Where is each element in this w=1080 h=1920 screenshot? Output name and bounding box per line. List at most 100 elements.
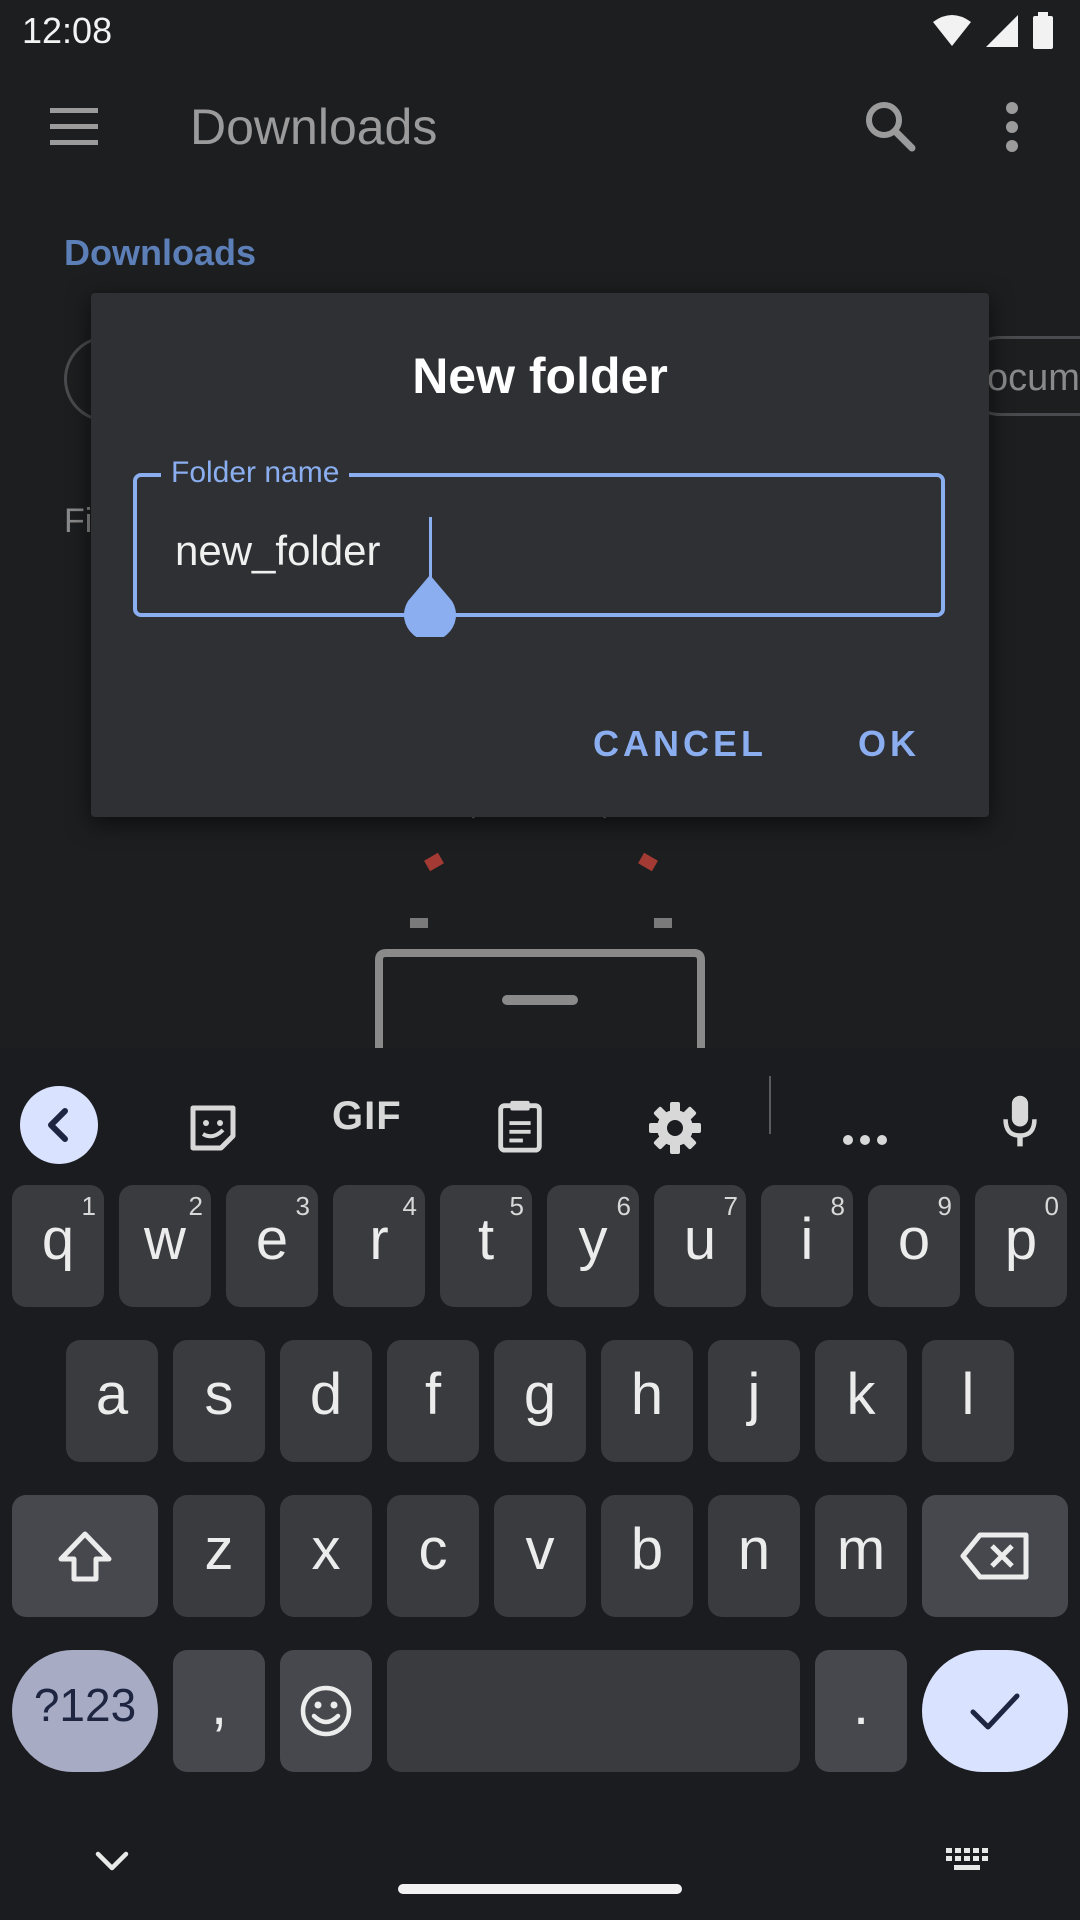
key-label: q <box>41 1207 75 1272</box>
wifi-icon <box>933 15 971 46</box>
key-label: l <box>961 1362 975 1427</box>
key-label: i <box>800 1207 814 1272</box>
enter-check-icon <box>970 1693 1020 1730</box>
key-label: n <box>737 1517 771 1582</box>
chip-label: ocum <box>987 357 1080 399</box>
key-x[interactable]: x <box>280 1495 372 1617</box>
more-horiz-icon[interactable] <box>842 1112 888 1168</box>
key-t[interactable]: 5t <box>440 1185 532 1307</box>
key-g[interactable]: g <box>494 1340 586 1462</box>
period-label: . <box>852 1672 870 1737</box>
back-chevron-icon <box>48 1108 68 1142</box>
cancel-button[interactable]: CANCEL <box>593 723 767 765</box>
key-e[interactable]: 3e <box>226 1185 318 1307</box>
key-f[interactable]: f <box>387 1340 479 1462</box>
battery-icon <box>1033 12 1053 49</box>
key-label: p <box>1004 1207 1038 1272</box>
app-toolbar: Downloads <box>0 64 1080 188</box>
backspace-icon <box>960 1532 1029 1580</box>
folder-name-label: Folder name <box>161 453 350 493</box>
key-n[interactable]: n <box>708 1495 800 1617</box>
key-b[interactable]: b <box>601 1495 693 1617</box>
key-label: t <box>477 1207 495 1272</box>
key-w[interactable]: 2w <box>119 1185 211 1307</box>
status-bar: 12:08 <box>0 0 1080 64</box>
shift-icon <box>58 1531 112 1582</box>
home-indicator[interactable] <box>398 1884 682 1894</box>
settings-icon[interactable] <box>648 1100 702 1156</box>
space-key[interactable] <box>387 1650 800 1772</box>
sticker-icon[interactable] <box>187 1100 239 1156</box>
status-time: 12:08 <box>22 10 113 51</box>
key-label: e <box>255 1207 289 1272</box>
gif-button[interactable]: GIF <box>332 1094 402 1150</box>
gif-label: GIF <box>332 1094 402 1138</box>
key-y[interactable]: 6y <box>547 1185 639 1307</box>
key-l[interactable]: l <box>922 1340 1014 1462</box>
back-chevron-button[interactable] <box>20 1086 98 1164</box>
status-icons <box>932 12 1054 50</box>
key-label: s <box>204 1362 234 1427</box>
key-label: v <box>525 1517 555 1582</box>
key-label: d <box>309 1362 343 1427</box>
key-label: z <box>204 1517 234 1582</box>
key-label: f <box>424 1362 442 1427</box>
more-vert-icon[interactable] <box>1000 100 1024 154</box>
search-icon[interactable] <box>862 98 918 154</box>
keyboard-toolbar: GIF <box>0 1048 1080 1164</box>
section-label: Fi <box>64 502 93 540</box>
key-k[interactable]: k <box>815 1340 907 1462</box>
key-label: r <box>369 1207 389 1272</box>
key-label: a <box>95 1362 129 1427</box>
key-s[interactable]: s <box>173 1340 265 1462</box>
mic-icon[interactable] <box>1000 1094 1040 1150</box>
signal-icon <box>986 15 1018 47</box>
breadcrumb[interactable]: Downloads <box>64 232 256 274</box>
dialog-title: New folder <box>412 348 668 404</box>
folder-name-field[interactable]: Folder name <box>133 453 945 637</box>
key-u[interactable]: 7u <box>654 1185 746 1307</box>
comma-label: , <box>210 1672 228 1737</box>
new-folder-dialog: New folder Folder name CANCEL OK <box>91 293 989 817</box>
symbols-key[interactable]: ?123 <box>12 1650 158 1772</box>
key-a[interactable]: a <box>66 1340 158 1462</box>
key-label: k <box>846 1362 876 1427</box>
key-j[interactable]: j <box>708 1340 800 1462</box>
symbols-label: ?123 <box>33 1679 137 1731</box>
clipboard-icon[interactable] <box>496 1098 544 1154</box>
page-title: Downloads <box>190 99 438 155</box>
cursor-handle[interactable] <box>403 573 457 637</box>
folder-name-input[interactable] <box>175 521 875 581</box>
emoji-key[interactable] <box>280 1650 372 1772</box>
key-p[interactable]: 0p <box>975 1185 1067 1307</box>
key-z[interactable]: z <box>173 1495 265 1617</box>
text-cursor <box>429 517 432 579</box>
key-label: m <box>836 1517 886 1582</box>
key-o[interactable]: 9o <box>868 1185 960 1307</box>
comma-key[interactable]: , <box>173 1650 265 1772</box>
key-m[interactable]: m <box>815 1495 907 1617</box>
key-v[interactable]: v <box>494 1495 586 1617</box>
key-label: b <box>630 1517 664 1582</box>
key-h[interactable]: h <box>601 1340 693 1462</box>
keyboard-switch-icon[interactable] <box>944 1846 990 1874</box>
backspace-key[interactable] <box>922 1495 1068 1617</box>
key-q[interactable]: 1q <box>12 1185 104 1307</box>
key-r[interactable]: 4r <box>333 1185 425 1307</box>
key-c[interactable]: c <box>387 1495 479 1617</box>
ok-button[interactable]: OK <box>858 723 920 765</box>
menu-icon[interactable] <box>44 104 104 150</box>
key-label: x <box>311 1517 341 1582</box>
key-label: o <box>897 1207 931 1272</box>
key-label: w <box>144 1207 186 1272</box>
keyboard-hide-chevron-icon[interactable] <box>92 1848 132 1874</box>
key-i[interactable]: 8i <box>761 1185 853 1307</box>
empty-folder-illustration <box>375 805 705 1048</box>
screen: 12:08 Downloads Downloads ocum Fi New fo… <box>0 0 1080 1920</box>
soft-keyboard: GIF 1 q 2 w 3 e 4 r 5 t 6 y 7 u 8 i 9 o … <box>0 1048 1080 1920</box>
period-key[interactable]: . <box>815 1650 907 1772</box>
key-label: h <box>630 1362 664 1427</box>
enter-key[interactable] <box>922 1650 1068 1772</box>
shift-key[interactable] <box>12 1495 158 1617</box>
key-d[interactable]: d <box>280 1340 372 1462</box>
